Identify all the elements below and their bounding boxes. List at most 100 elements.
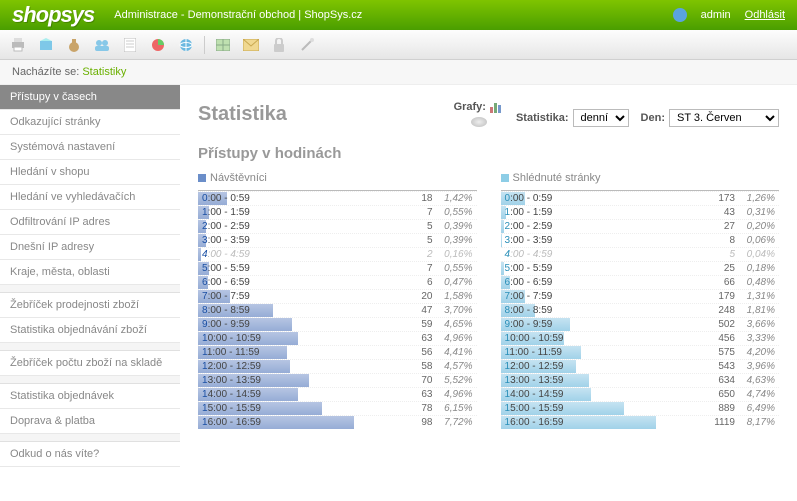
sidebar-item[interactable]: Dnešní IP adresy (0, 235, 180, 260)
sidebar-item[interactable]: Odfiltrování IP adres (0, 210, 180, 235)
graphs-label: Grafy: (454, 101, 486, 113)
chart-icon[interactable] (148, 36, 168, 54)
row-label: 12:00 - 12:59 (198, 361, 278, 372)
table-row: 16:00 - 16:59987,72% (198, 415, 477, 429)
sidebar-item[interactable]: Statistika objednávání zboží (0, 318, 180, 343)
row-label: 6:00 - 6:59 (198, 277, 278, 288)
row-label: 7:00 - 7:59 (198, 291, 278, 302)
row-value: 179 (701, 291, 735, 302)
box-icon[interactable] (36, 36, 56, 54)
print-icon[interactable] (8, 36, 28, 54)
table-icon[interactable] (213, 36, 233, 54)
sidebar-item[interactable]: Kraje, města, oblasti (0, 260, 180, 285)
row-label: 9:00 - 9:59 (198, 319, 278, 330)
sidebar-item[interactable]: Statistika objednávek (0, 384, 180, 409)
row-label: 2:00 - 2:59 (198, 221, 278, 232)
row-value: 98 (399, 417, 433, 428)
row-value: 25 (701, 263, 735, 274)
mail-icon[interactable] (241, 36, 261, 54)
row-label: 15:00 - 15:59 (198, 403, 278, 414)
lock-icon[interactable] (269, 36, 289, 54)
table-row: 0:00 - 0:59181,42% (198, 191, 477, 205)
row-percent: 0,55% (433, 263, 477, 274)
row-label: 16:00 - 16:59 (501, 417, 581, 428)
table-row: 9:00 - 9:59594,65% (198, 317, 477, 331)
table-row: 6:00 - 6:59660,48% (501, 275, 780, 289)
row-value: 5 (701, 249, 735, 260)
row-percent: 4,65% (433, 319, 477, 330)
sidebar-item[interactable]: Odkud o nás víte? (0, 442, 180, 467)
sidebar-item[interactable]: Doprava & platba (0, 409, 180, 434)
table-row: 7:00 - 7:591791,31% (501, 289, 780, 303)
sidebar-item[interactable]: Systémová nastavení (0, 135, 180, 160)
stat-select[interactable]: denní (573, 109, 629, 127)
row-value: 70 (399, 375, 433, 386)
row-percent: 1,58% (433, 291, 477, 302)
row-percent: 4,74% (735, 389, 779, 400)
chart-visitors-title: Návštěvníci (210, 172, 267, 184)
row-label: 4:00 - 4:59 (198, 249, 278, 260)
row-percent: 0,31% (735, 207, 779, 218)
row-label: 5:00 - 5:59 (501, 263, 581, 274)
stat-label: Statistika: (516, 112, 569, 124)
row-percent: 5,52% (433, 375, 477, 386)
row-value: 502 (701, 319, 735, 330)
bar-chart-icon[interactable] (490, 101, 504, 113)
sidebar-item[interactable]: Žebříček počtu zboží na skladě (0, 351, 180, 376)
square-blue-icon (198, 174, 206, 182)
toggle-knob[interactable] (471, 117, 487, 127)
header-subtitle: Administrace - Demonstrační obchod | Sho… (114, 9, 362, 21)
row-percent: 7,72% (433, 417, 477, 428)
row-value: 456 (701, 333, 735, 344)
row-percent: 4,96% (433, 333, 477, 344)
row-value: 66 (701, 277, 735, 288)
table-row: 2:00 - 2:59270,20% (501, 219, 780, 233)
document-icon[interactable] (120, 36, 140, 54)
day-select[interactable]: ST 3. Červen (669, 109, 779, 127)
table-row: 14:00 - 14:596504,74% (501, 387, 780, 401)
users-icon[interactable] (92, 36, 112, 54)
money-bag-icon[interactable] (64, 36, 84, 54)
sidebar-item[interactable]: Hledání ve vyhledávačích (0, 185, 180, 210)
table-row: 15:00 - 15:59786,15% (198, 401, 477, 415)
wand-icon[interactable] (297, 36, 317, 54)
row-percent: 4,63% (735, 375, 779, 386)
row-percent: 0,48% (735, 277, 779, 288)
logout-link[interactable]: Odhlásit (745, 9, 785, 21)
table-row: 7:00 - 7:59201,58% (198, 289, 477, 303)
breadcrumb: Nacházíte se: Statistiky (0, 60, 797, 85)
sidebar-item[interactable]: Hledání v shopu (0, 160, 180, 185)
row-percent: 6,15% (433, 403, 477, 414)
row-percent: 4,20% (735, 347, 779, 358)
row-label: 14:00 - 14:59 (198, 389, 278, 400)
row-label: 12:00 - 12:59 (501, 361, 581, 372)
row-percent: 0,04% (735, 249, 779, 260)
square-cyan-icon (501, 174, 509, 182)
sidebar-item[interactable]: Žebříček prodejnosti zboží (0, 293, 180, 318)
row-value: 7 (399, 263, 433, 274)
row-label: 1:00 - 1:59 (198, 207, 278, 218)
table-row: 3:00 - 3:5950,39% (198, 233, 477, 247)
page-title: Statistika (198, 103, 287, 126)
row-value: 889 (701, 403, 735, 414)
row-label: 0:00 - 0:59 (501, 193, 581, 204)
row-percent: 0,06% (735, 235, 779, 246)
row-percent: 3,66% (735, 319, 779, 330)
row-percent: 3,70% (433, 305, 477, 316)
sidebar-item[interactable]: Přístupy v časech (0, 85, 180, 110)
section-title: Přístupy v hodinách (198, 145, 779, 162)
table-row: 14:00 - 14:59634,96% (198, 387, 477, 401)
row-label: 13:00 - 13:59 (198, 375, 278, 386)
table-row: 8:00 - 8:592481,81% (501, 303, 780, 317)
sidebar-item[interactable]: Odkazující stránky (0, 110, 180, 135)
row-value: 47 (399, 305, 433, 316)
sidebar: Přístupy v časechOdkazující stránkySysté… (0, 85, 180, 467)
table-row: 4:00 - 4:5920,16% (198, 247, 477, 261)
row-label: 1:00 - 1:59 (501, 207, 581, 218)
row-percent: 8,17% (735, 417, 779, 428)
row-label: 9:00 - 9:59 (501, 319, 581, 330)
row-label: 8:00 - 8:59 (198, 305, 278, 316)
row-label: 10:00 - 10:59 (501, 333, 581, 344)
table-row: 16:00 - 16:5911198,17% (501, 415, 780, 429)
globe-icon[interactable] (176, 36, 196, 54)
